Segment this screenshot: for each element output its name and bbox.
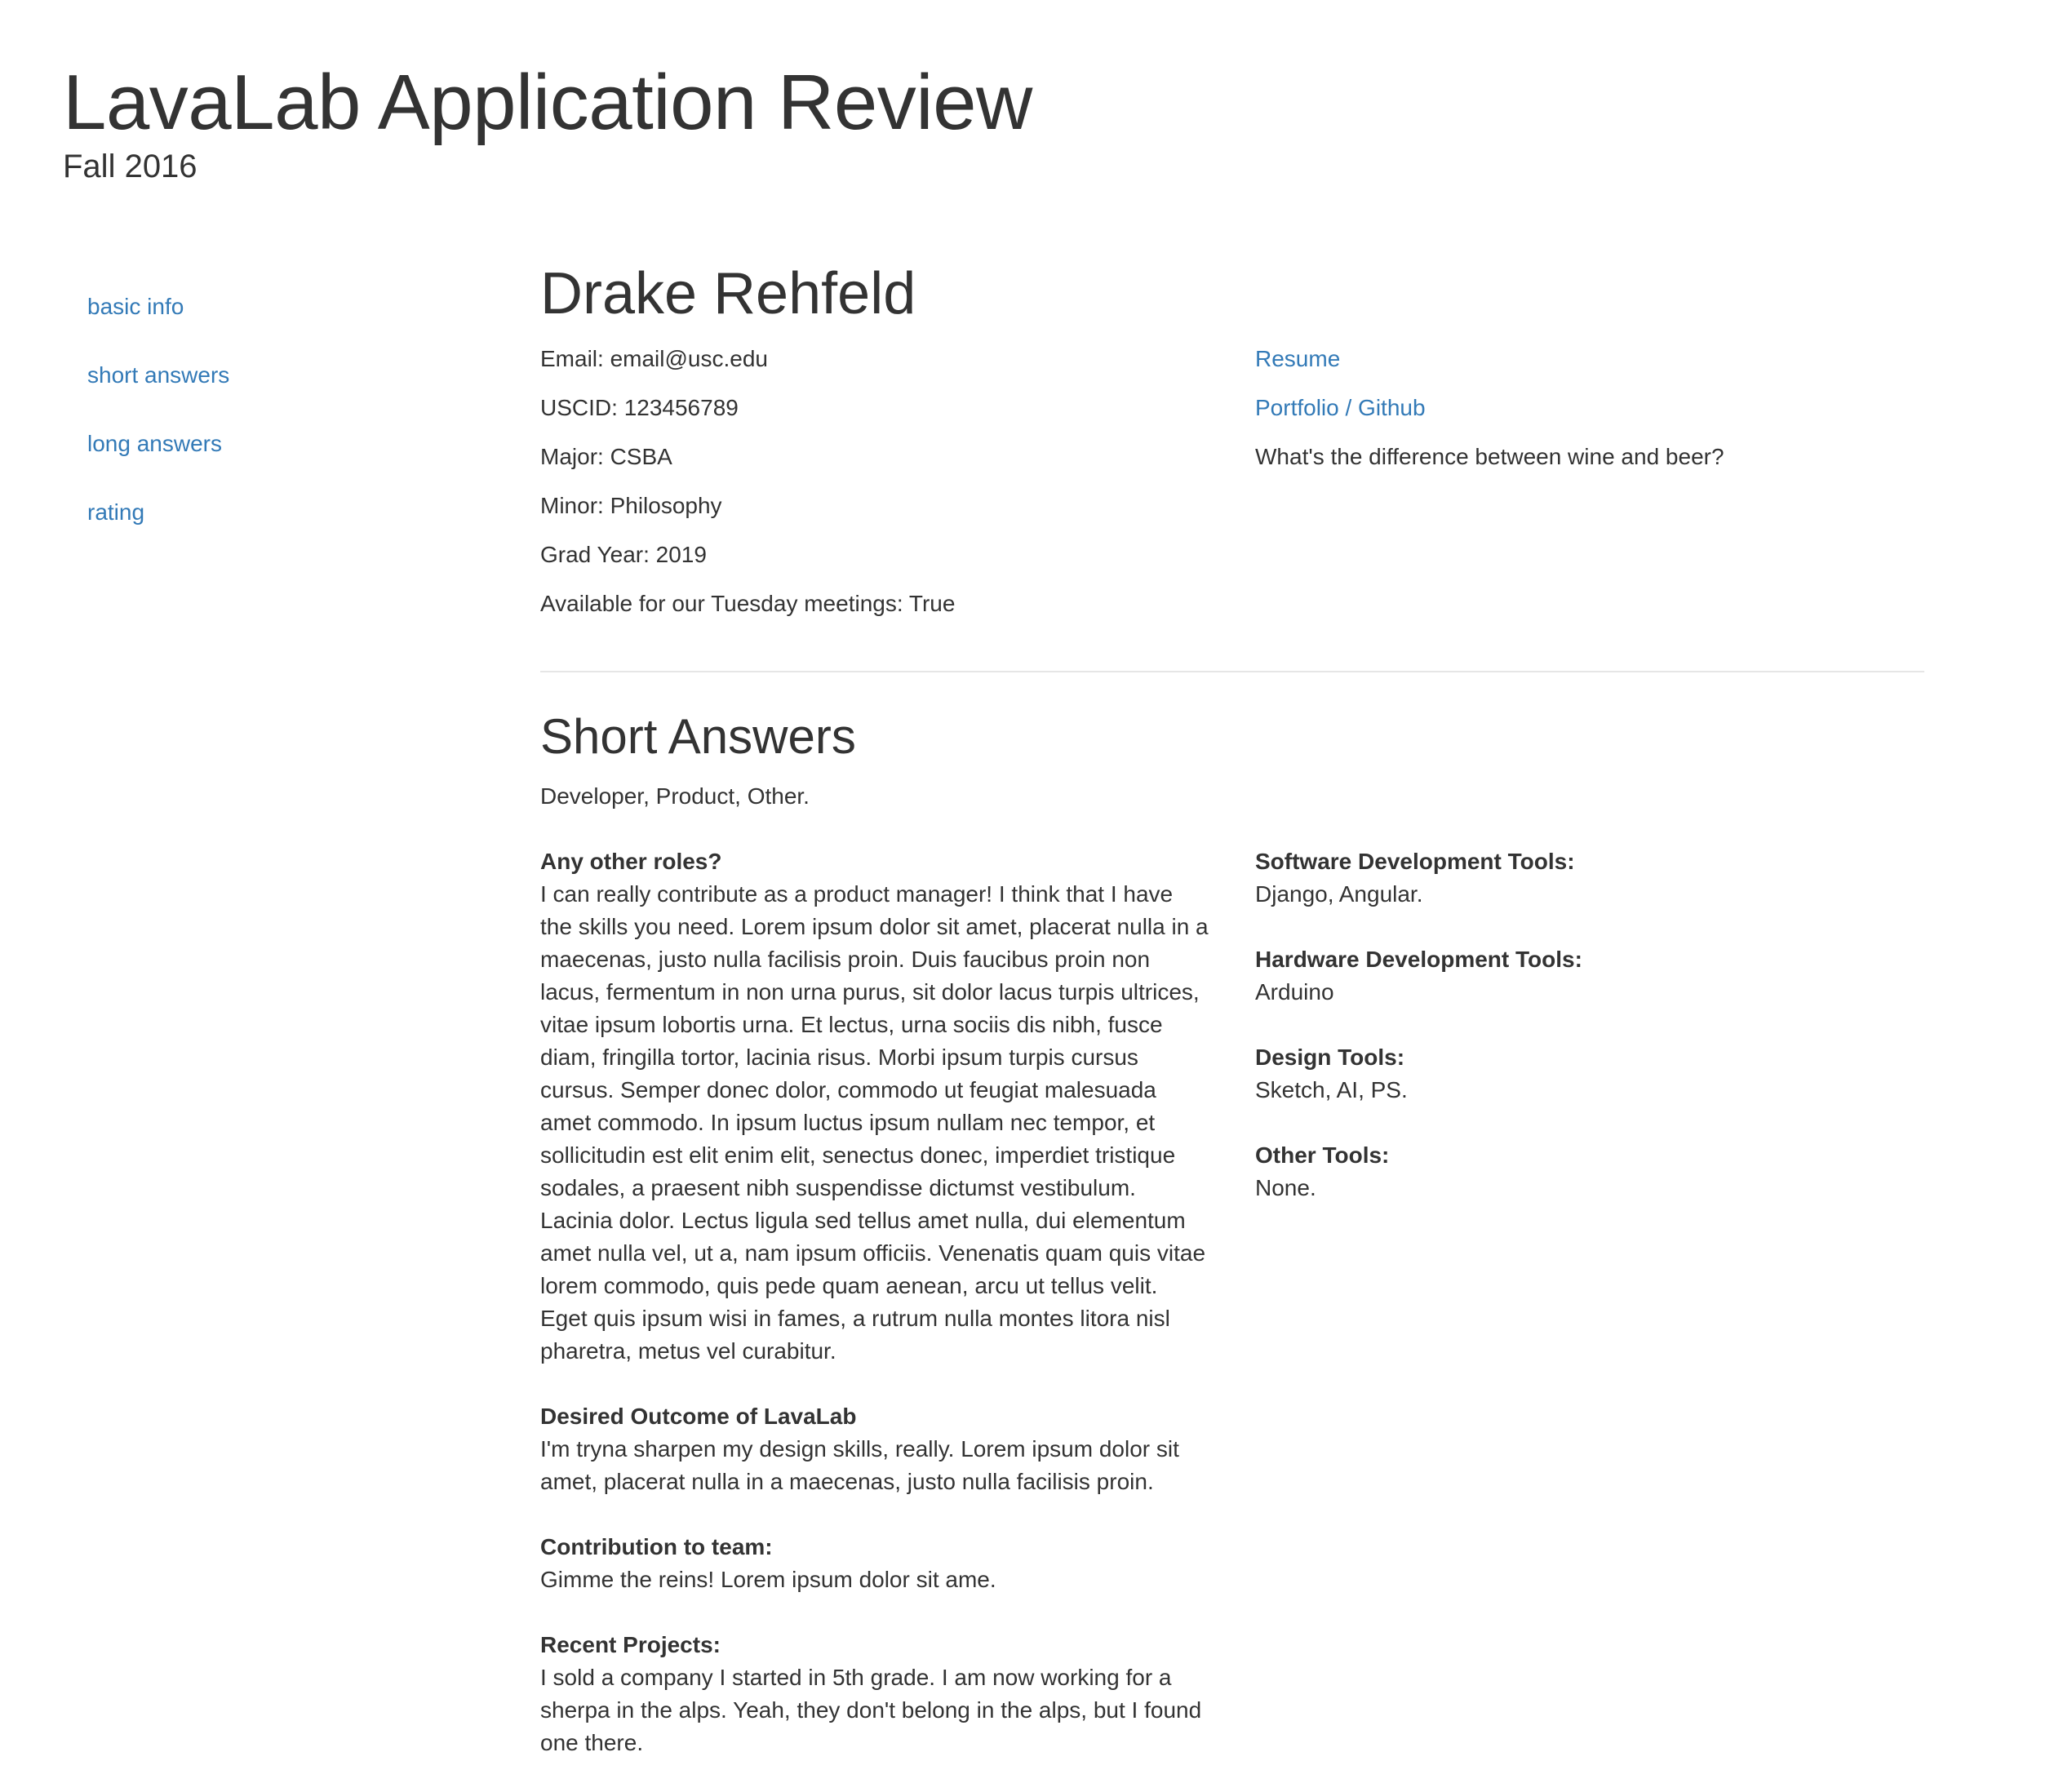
sidebar-link-basic-info[interactable]: basic info: [87, 294, 184, 319]
portfolio-link[interactable]: Portfolio / Github: [1255, 395, 1426, 420]
qa-answer: Django, Angular.: [1255, 881, 1423, 907]
basic-info-right: Resume Portfolio / Github What's the dif…: [1255, 335, 1924, 481]
short-answers-right: Software Development Tools: Django, Angu…: [1255, 845, 1924, 1237]
sidebar-link-rating[interactable]: rating: [87, 499, 144, 525]
info-value: 123456789: [623, 395, 739, 420]
applicant-name: Drake Rehfeld: [540, 261, 916, 326]
sidebar-link-long-answers[interactable]: long answers: [87, 431, 222, 456]
info-label: Major:: [540, 444, 610, 469]
info-value: 2019: [655, 542, 707, 567]
basic-info-left: Email: email@usc.edu USCID: 123456789 Ma…: [540, 335, 1255, 628]
qa-question: Desired Outcome of LavaLab: [540, 1404, 857, 1429]
roles-applied: Developer, Product, Other.: [540, 783, 810, 809]
basic-info-section: Drake Rehfeld Email: email@usc.edu USCID…: [540, 253, 1924, 628]
short-answers-columns: Any other roles? I can really contribute…: [540, 845, 1924, 1792]
page-header: LavaLab Application Review Fall 2016: [63, 59, 1032, 186]
info-label: Email:: [540, 346, 610, 371]
qa-answer: None.: [1255, 1175, 1316, 1200]
info-major: Major: CSBA: [540, 432, 1255, 481]
sidebar-item-rating: rating: [87, 493, 229, 561]
info-label: USCID:: [540, 395, 624, 420]
resume-row: Resume: [1255, 335, 1924, 384]
qa-answer: Arduino: [1255, 979, 1334, 1005]
sidebar-item-long-answers: long answers: [87, 424, 229, 493]
qa-other-tools: Other Tools: None.: [1255, 1139, 1924, 1204]
app-title: LavaLab Application Review: [63, 59, 1032, 146]
info-label: Available for our Tuesday meetings:: [540, 591, 909, 616]
qa-other-roles: Any other roles? I can really contribute…: [540, 845, 1255, 1368]
sidebar-item-short-answers: short answers: [87, 356, 229, 424]
info-email: Email: email@usc.edu: [540, 335, 1255, 384]
resume-link[interactable]: Resume: [1255, 346, 1340, 371]
basic-info-columns: Email: email@usc.edu USCID: 123456789 Ma…: [540, 335, 1924, 628]
qa-answer: I'm tryna sharpen my design skills, real…: [540, 1436, 1179, 1494]
qa-question: Any other roles?: [540, 849, 722, 874]
short-answers-section: Short Answers Developer, Product, Other.…: [540, 703, 1924, 1792]
info-minor: Minor: Philosophy: [540, 481, 1255, 530]
short-answers-left: Any other roles? I can really contribute…: [540, 845, 1255, 1792]
main-content: Drake Rehfeld Email: email@usc.edu USCID…: [540, 253, 1924, 1792]
fun-question: What's the difference between wine and b…: [1255, 444, 1724, 469]
qa-desired-outcome: Desired Outcome of LavaLab I'm tryna sha…: [540, 1400, 1255, 1498]
qa-contribution: Contribution to team: Gimme the reins! L…: [540, 1531, 1255, 1596]
sidebar-link-short-answers[interactable]: short answers: [87, 362, 229, 388]
qa-hardware-tools: Hardware Development Tools: Arduino: [1255, 943, 1924, 1009]
info-availability: Available for our Tuesday meetings: True: [540, 579, 1255, 628]
qa-question: Hardware Development Tools:: [1255, 947, 1582, 972]
qa-question: Recent Projects:: [540, 1632, 721, 1657]
qa-software-tools: Software Development Tools: Django, Angu…: [1255, 845, 1924, 911]
qa-answer: Sketch, AI, PS.: [1255, 1077, 1408, 1102]
info-value: Philosophy: [610, 493, 722, 518]
qa-design-tools: Design Tools: Sketch, AI, PS.: [1255, 1041, 1924, 1107]
qa-recent-projects: Recent Projects: I sold a company I star…: [540, 1629, 1255, 1759]
qa-answer: I sold a company I started in 5th grade.…: [540, 1665, 1202, 1755]
info-uscid: USCID: 123456789: [540, 384, 1255, 432]
info-label: Grad Year:: [540, 542, 656, 567]
short-answers-title: Short Answers: [540, 709, 856, 764]
info-grad-year: Grad Year: 2019: [540, 530, 1255, 579]
qa-answer: I can really contribute as a product man…: [540, 881, 1209, 1364]
qa-question: Software Development Tools:: [1255, 849, 1575, 874]
info-value: True: [908, 591, 956, 616]
qa-question: Design Tools:: [1255, 1045, 1405, 1070]
section-divider: [540, 671, 1924, 672]
info-value: CSBA: [610, 444, 672, 469]
portfolio-row: Portfolio / Github: [1255, 384, 1924, 432]
qa-answer: Gimme the reins! Lorem ipsum dolor sit a…: [540, 1567, 996, 1592]
sidebar-item-basic-info: basic info: [87, 287, 229, 356]
sidebar-nav: basic info short answers long answers ra…: [87, 287, 229, 561]
info-value: email@usc.edu: [610, 346, 768, 371]
info-label: Minor:: [540, 493, 610, 518]
qa-question: Contribution to team:: [540, 1534, 773, 1559]
app-subtitle: Fall 2016: [63, 148, 197, 184]
qa-question: Other Tools:: [1255, 1142, 1390, 1168]
